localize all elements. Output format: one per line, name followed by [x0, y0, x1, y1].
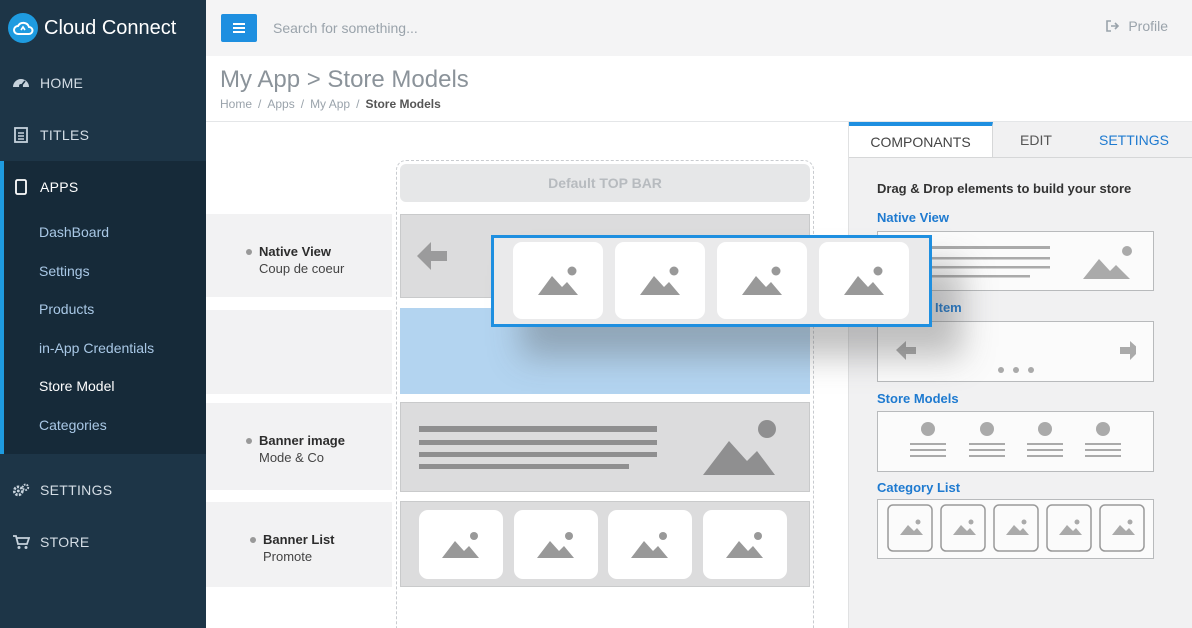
- default-top-bar[interactable]: Default TOP BAR: [400, 164, 810, 202]
- image-placeholder-icon: [640, 266, 680, 295]
- store-models-preview-icon: [910, 422, 1121, 457]
- search-input[interactable]: [273, 20, 673, 36]
- store-canvas: Default TOP BAR Native View Coup de coeu…: [206, 122, 848, 628]
- nav-store-label: STORE: [40, 534, 90, 550]
- component-category-list[interactable]: [877, 499, 1154, 559]
- profile-link[interactable]: Profile: [1106, 18, 1168, 34]
- cloud-logo-icon: [8, 13, 38, 43]
- panel-heading: Drag & Drop elements to build your store: [877, 181, 1132, 196]
- breadcrumb-my-app[interactable]: My App: [310, 97, 350, 111]
- tab-components[interactable]: COMPONANTS: [849, 122, 993, 157]
- row-subtitle: Coup de coeur: [259, 261, 345, 276]
- thumbnail: [513, 242, 603, 319]
- sub-settings[interactable]: Settings: [4, 252, 206, 291]
- image-placeholder-icon: [726, 531, 763, 558]
- breadcrumb: Home / Apps / My App / Store Models: [220, 97, 1192, 111]
- component-label-native-view: Native View: [877, 210, 950, 225]
- tablet-icon: [12, 178, 30, 196]
- sub-categories[interactable]: Categories: [4, 406, 206, 445]
- row-label-empty: [206, 310, 392, 394]
- thumbnail: [703, 510, 787, 579]
- thumbnail: [717, 242, 807, 319]
- component-label-item: Item: [935, 300, 962, 315]
- row-subtitle: Promote: [263, 549, 313, 564]
- components-panel: COMPONANTS EDIT SETTINGS Drag & Drop ele…: [848, 122, 1192, 628]
- breadcrumb-current: Store Models: [365, 97, 441, 111]
- row-label-native-view[interactable]: Native View Coup de coeur: [206, 214, 392, 297]
- breadcrumb-home[interactable]: Home: [220, 97, 252, 111]
- thumbnail: [514, 510, 598, 579]
- brand-name: Cloud Connect: [44, 16, 177, 39]
- breadcrumb-apps[interactable]: Apps: [267, 97, 294, 111]
- tab-settings[interactable]: SETTINGS: [1079, 122, 1189, 157]
- component-store-models[interactable]: [877, 411, 1154, 472]
- component-item[interactable]: [877, 321, 1154, 382]
- nav-apps-label: APPS: [40, 179, 79, 195]
- thumbnail: [608, 510, 692, 579]
- brand[interactable]: Cloud Connect: [0, 0, 206, 56]
- image-placeholder-icon: [742, 266, 782, 295]
- hamburger-icon: [233, 23, 245, 33]
- row-subtitle: Mode & Co: [259, 450, 325, 465]
- cart-icon: [12, 533, 30, 551]
- nav-titles[interactable]: TITLES: [0, 109, 206, 161]
- panel-tabs: COMPONANTS EDIT SETTINGS: [849, 122, 1192, 158]
- component-label-category-list: Category List: [877, 480, 961, 495]
- row-label-banner-image[interactable]: Banner image Mode & Co: [206, 403, 392, 490]
- image-placeholder-icon: [703, 420, 776, 475]
- row-title: Banner image: [246, 433, 392, 448]
- profile-label: Profile: [1128, 18, 1168, 34]
- component-label-store-models: Store Models: [877, 391, 959, 406]
- breadcrumb-separator: /: [300, 97, 305, 111]
- sign-out-icon: [1106, 20, 1120, 32]
- thumbnail: [419, 510, 503, 579]
- arrow-left-icon: [417, 242, 447, 270]
- banner-list-block[interactable]: [400, 501, 810, 587]
- image-placeholder-icon: [537, 531, 574, 558]
- category-list-preview-icon: [887, 504, 1145, 552]
- thumbnail: [615, 242, 705, 319]
- sub-store-model[interactable]: Store Model: [4, 367, 206, 406]
- page-title: My App > Store Models: [220, 66, 469, 93]
- text-lines-icon: [419, 426, 657, 469]
- document-icon: [12, 126, 30, 144]
- sidebar: Cloud Connect HOME TITLES APPS DashBoard…: [0, 0, 206, 628]
- breadcrumb-separator: /: [356, 97, 360, 111]
- banner-image-block[interactable]: [400, 402, 810, 492]
- topbar: Profile: [206, 0, 1192, 56]
- apps-group: APPS DashBoard Settings Products in-App …: [0, 161, 206, 454]
- image-placeholder-icon: [538, 266, 578, 295]
- nav-titles-label: TITLES: [40, 127, 90, 143]
- nav-settings[interactable]: SETTINGS: [0, 464, 206, 516]
- page-header: My App > Store Models Home / Apps / My App / S…: [206, 56, 1192, 122]
- row-title: Banner List: [250, 532, 392, 547]
- row-title: Native View: [246, 244, 392, 259]
- row-label-banner-list[interactable]: Banner List Promote: [206, 502, 392, 587]
- breadcrumb-separator: /: [258, 97, 262, 111]
- image-placeholder-icon: [442, 531, 479, 558]
- sub-products[interactable]: Products: [4, 290, 206, 329]
- nav-settings-label: SETTINGS: [40, 482, 113, 498]
- image-placeholder-icon: [844, 266, 884, 295]
- nav-store[interactable]: STORE: [0, 516, 206, 568]
- thumbnail: [819, 242, 909, 319]
- nav-home-label: HOME: [40, 75, 84, 91]
- gears-icon: [12, 481, 30, 499]
- nav-home[interactable]: HOME: [0, 57, 206, 109]
- nav-apps[interactable]: APPS: [4, 161, 206, 213]
- menu-toggle-button[interactable]: [221, 14, 257, 42]
- sub-dashboard[interactable]: DashBoard: [4, 213, 206, 252]
- tab-edit[interactable]: EDIT: [993, 122, 1079, 157]
- sub-in-app-credentials[interactable]: in-App Credentials: [4, 329, 206, 368]
- dragged-component[interactable]: [491, 235, 932, 327]
- carousel-preview-icon: [896, 341, 1136, 373]
- dashboard-icon: [12, 74, 30, 92]
- image-placeholder-icon: [631, 531, 668, 558]
